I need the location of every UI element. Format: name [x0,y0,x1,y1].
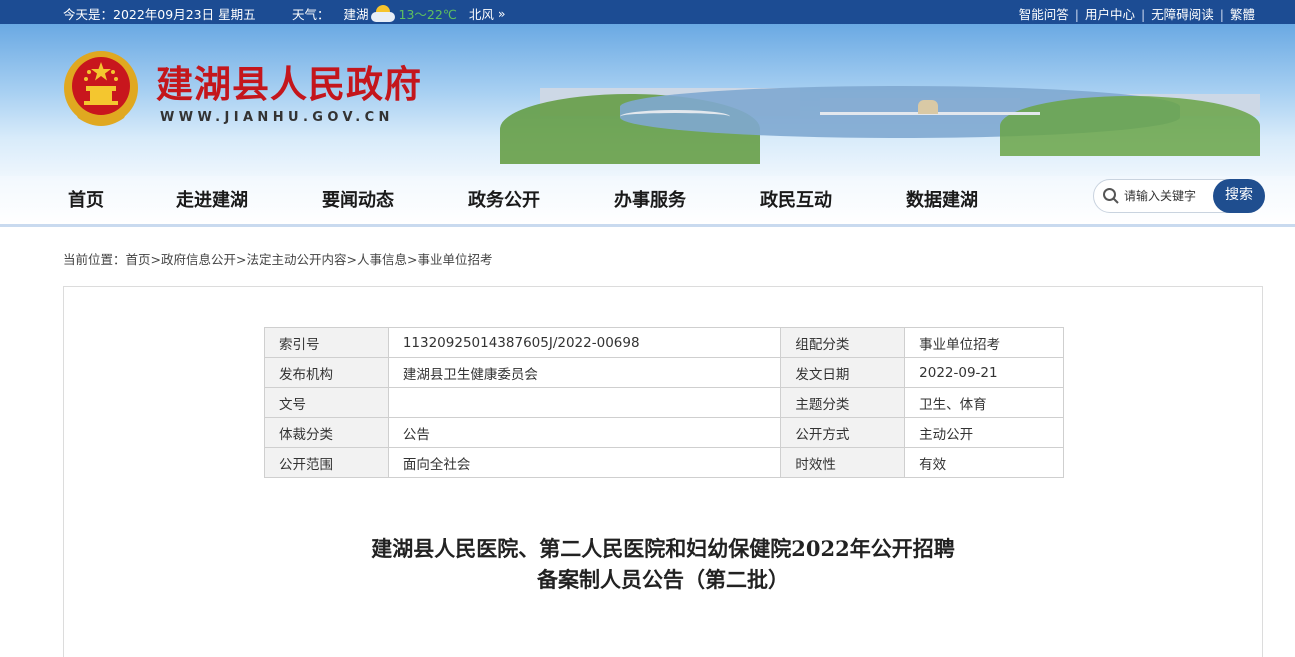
weather-widget: 天气： 建湖 13～22℃ 北风 » [292,4,506,23]
meta-key: 公开方式 [780,417,906,448]
search-input[interactable] [1124,186,1214,206]
site-url: WWW.JIANHU.GOV.CN [160,110,394,125]
nav-item-home[interactable]: 首页 [68,186,104,212]
meta-value [387,387,782,418]
breadcrumb-home[interactable]: 首页 [126,252,151,267]
meta-value: 建湖县卫生健康委员会 [387,357,782,388]
document-meta-table: 索引号 11320925014387605J/2022-00698 组配分类 事… [264,327,1064,478]
top-bar: 今天是：2022年09月23日 星期五 天气： 建湖 13～22℃ 北风 » 智… [0,0,1295,24]
weather-more-icon[interactable]: » [498,6,506,21]
meta-value: 有效 [904,447,1064,478]
date-text: 今天是：2022年09月23日 星期五 [63,7,256,22]
breadcrumb: 当前位置：首页>政府信息公开>法定主动公开内容>人事信息>事业单位招考 [63,249,493,268]
search-icon [1103,188,1119,204]
breadcrumb-separator: > [407,252,418,267]
table-row: 体裁分类 公告 公开方式 主动公开 [264,417,1064,448]
table-row: 发布机构 建湖县卫生健康委员会 发文日期 2022-09-21 [264,357,1064,388]
breadcrumb-gov-info[interactable]: 政府信息公开 [161,252,236,267]
article-title: 建湖县人民医院、第二人民医院和妇幼保健院2022年公开招聘 备案制人员公告（第二… [64,533,1262,595]
banner-landscape-image [440,24,1295,176]
breadcrumb-public-content[interactable]: 法定主动公开内容 [247,252,347,267]
nav-item-data[interactable]: 数据建湖 [906,186,978,212]
meta-value: 事业单位招考 [904,327,1064,358]
breadcrumb-prefix: 当前位置： [63,252,126,267]
meta-key: 公开范围 [264,447,389,478]
table-row: 文号 主题分类 卫生、体育 [264,387,1064,418]
meta-value: 卫生、体育 [904,387,1064,418]
top-links: 智能问答 | 用户中心 | 无障碍阅读 | 繁體 [1019,4,1255,23]
nav-item-interaction[interactable]: 政民互动 [760,186,832,212]
breadcrumb-separator: > [150,252,162,267]
nav-item-services[interactable]: 办事服务 [614,186,686,212]
breadcrumb-separator: > [236,252,247,267]
table-row: 索引号 11320925014387605J/2022-00698 组配分类 事… [264,327,1064,358]
article-title-line2: 备案制人员公告（第二批） [537,567,789,592]
weather-label: 天气： [292,7,330,22]
site-title[interactable]: 建湖县人民政府 [156,54,422,108]
meta-value: 公告 [387,417,782,448]
meta-key: 发布机构 [264,357,389,388]
content-panel: 索引号 11320925014387605J/2022-00698 组配分类 事… [63,286,1263,657]
nav-item-news[interactable]: 要闻动态 [322,186,394,212]
national-emblem-icon [64,51,138,126]
search-box: 搜索 [1093,179,1265,213]
meta-key: 组配分类 [780,327,906,358]
breadcrumb-separator: > [346,252,358,267]
meta-key: 时效性 [780,447,906,478]
weather-city: 建湖 [343,7,369,22]
nav-item-about[interactable]: 走进建湖 [176,186,248,212]
meta-value: 2022-09-21 [904,357,1064,388]
link-smart-qa[interactable]: 智能问答 [1019,7,1069,22]
weather-wind: 北风 [468,7,494,22]
meta-value: 主动公开 [904,417,1064,448]
meta-value: 面向全社会 [387,447,782,478]
meta-value: 11320925014387605J/2022-00698 [387,327,782,358]
weather-temp: 13～22℃ [398,7,457,22]
breadcrumb-recruitment[interactable]: 事业单位招考 [418,252,493,267]
separator: | [1074,7,1080,22]
article-title-line1: 建湖县人民医院、第二人民医院和妇幼保健院2022年公开招聘 [371,536,955,561]
table-row: 公开范围 面向全社会 时效性 有效 [264,447,1064,478]
meta-key: 发文日期 [780,357,906,388]
link-accessible-reading[interactable]: 无障碍阅读 [1151,7,1214,22]
separator: | [1219,7,1224,22]
search-button[interactable]: 搜索 [1213,179,1265,213]
nav-item-gov-affairs[interactable]: 政务公开 [468,186,540,212]
meta-key: 索引号 [264,327,389,358]
meta-key: 文号 [264,387,389,418]
link-traditional-chinese[interactable]: 繁體 [1230,7,1255,22]
meta-key: 体裁分类 [264,417,389,448]
meta-key: 主题分类 [780,387,906,418]
partly-cloudy-icon [370,4,397,23]
link-user-center[interactable]: 用户中心 [1085,7,1135,22]
separator: | [1141,7,1146,22]
breadcrumb-personnel[interactable]: 人事信息 [357,252,407,267]
